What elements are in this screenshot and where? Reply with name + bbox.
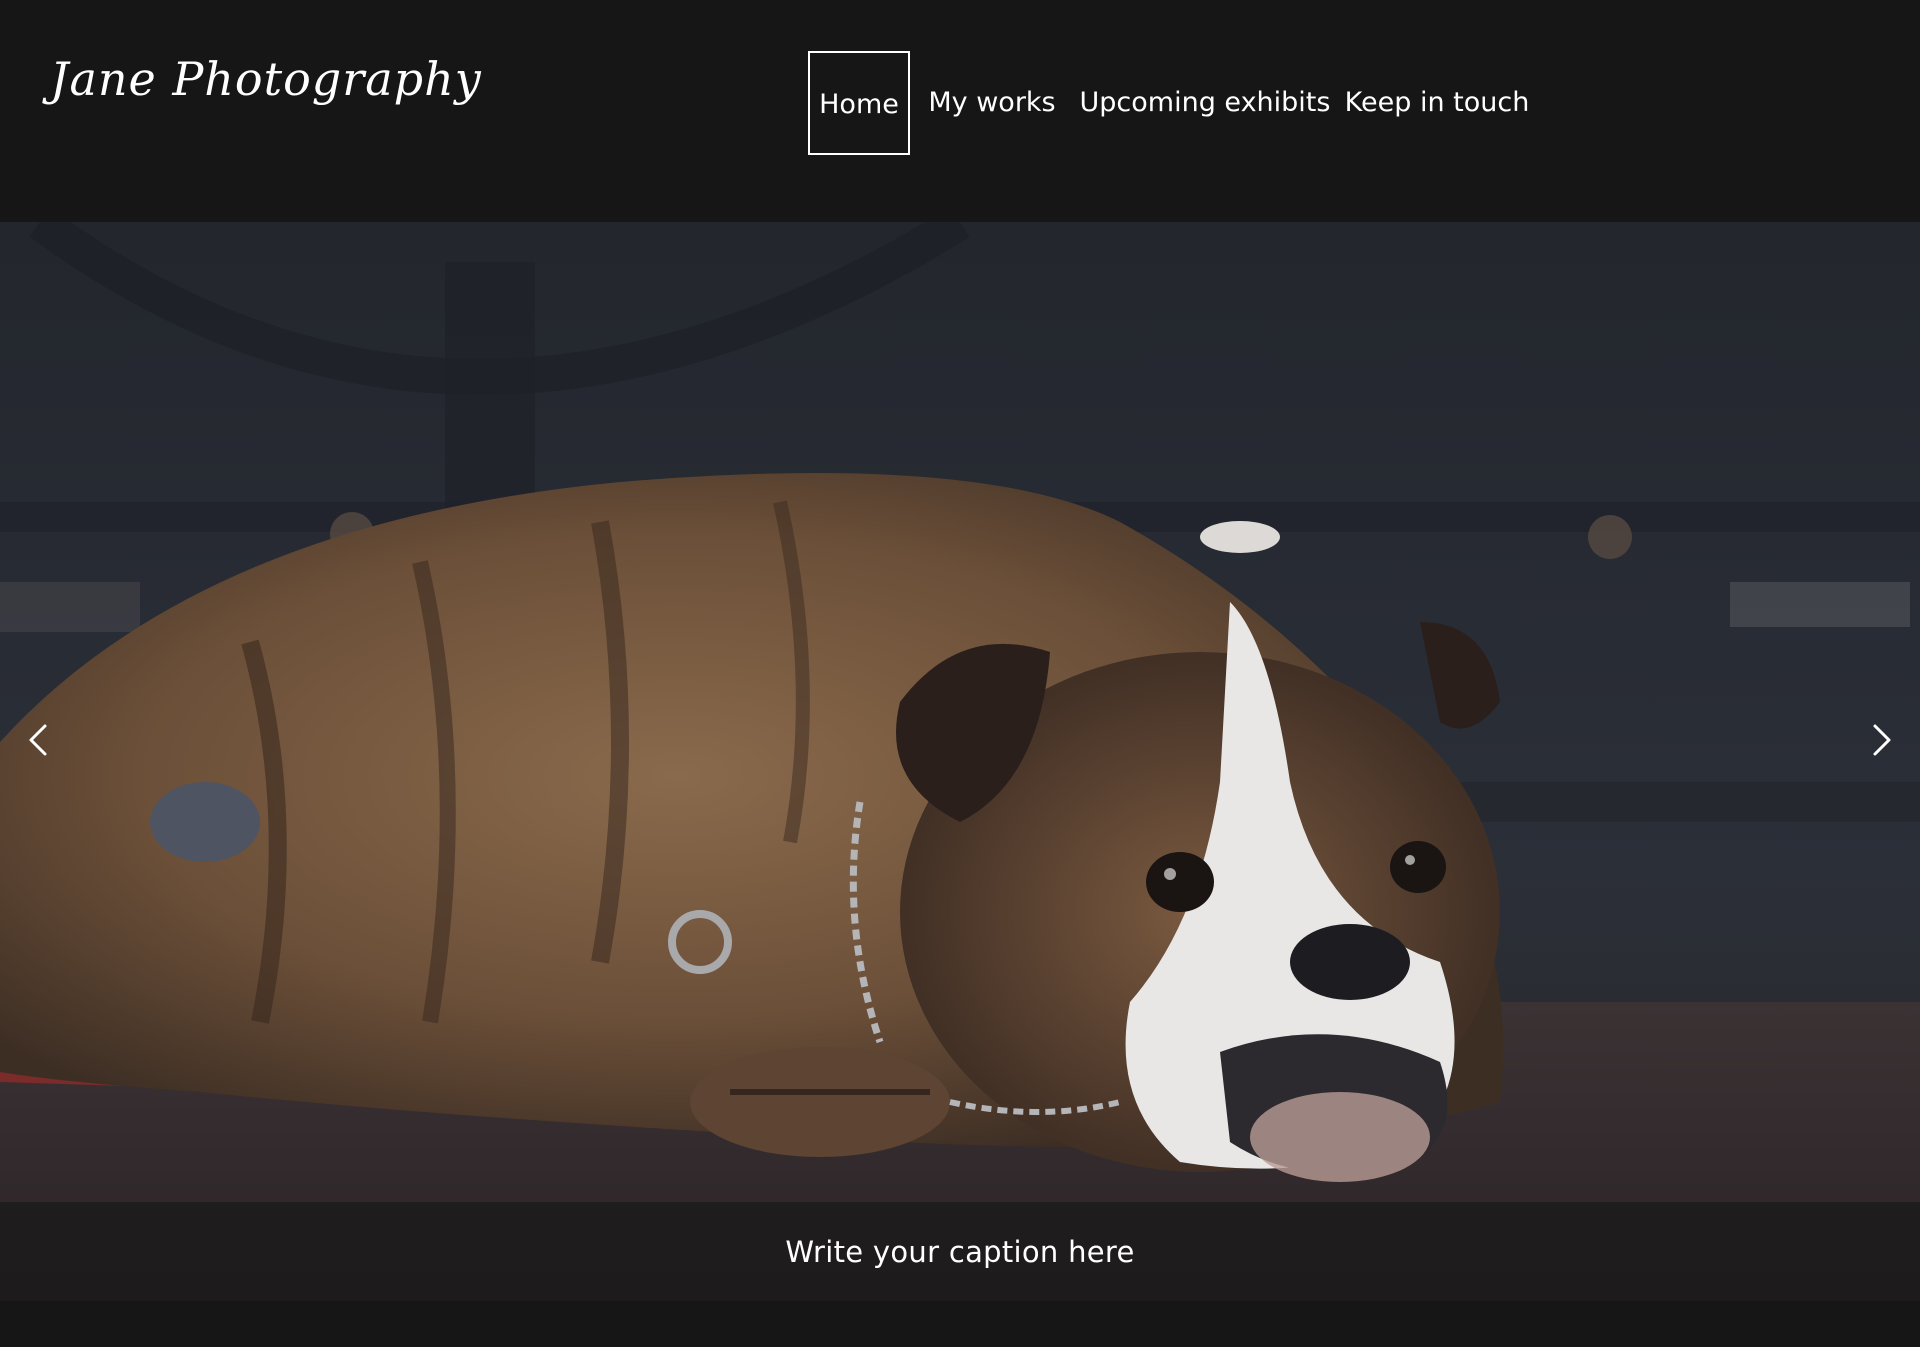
- site-logo[interactable]: Jane Photography: [50, 52, 482, 106]
- slider-prev-button[interactable]: [16, 712, 60, 768]
- page: Jane Photography Home My works Upcoming …: [0, 0, 1920, 1347]
- nav-item-keep-in-touch[interactable]: Keep in touch: [1344, 51, 1530, 155]
- slide-caption: Write your caption here: [785, 1234, 1135, 1269]
- slide-caption-bar: Write your caption here: [0, 1202, 1920, 1301]
- chevron-right-icon: [1873, 724, 1891, 756]
- slide-photo-bulldog: [0, 222, 1920, 1301]
- nav-item-my-works[interactable]: My works: [918, 51, 1066, 155]
- nav-item-home[interactable]: Home: [808, 51, 910, 155]
- nav-item-upcoming-exhibits[interactable]: Upcoming exhibits: [1074, 51, 1336, 155]
- slider-next-button[interactable]: [1860, 712, 1904, 768]
- page-bottom-strip: [0, 1301, 1920, 1347]
- image-slider: Write your caption here: [0, 222, 1920, 1301]
- site-header: Jane Photography Home My works Upcoming …: [0, 0, 1920, 222]
- chevron-left-icon: [29, 724, 47, 756]
